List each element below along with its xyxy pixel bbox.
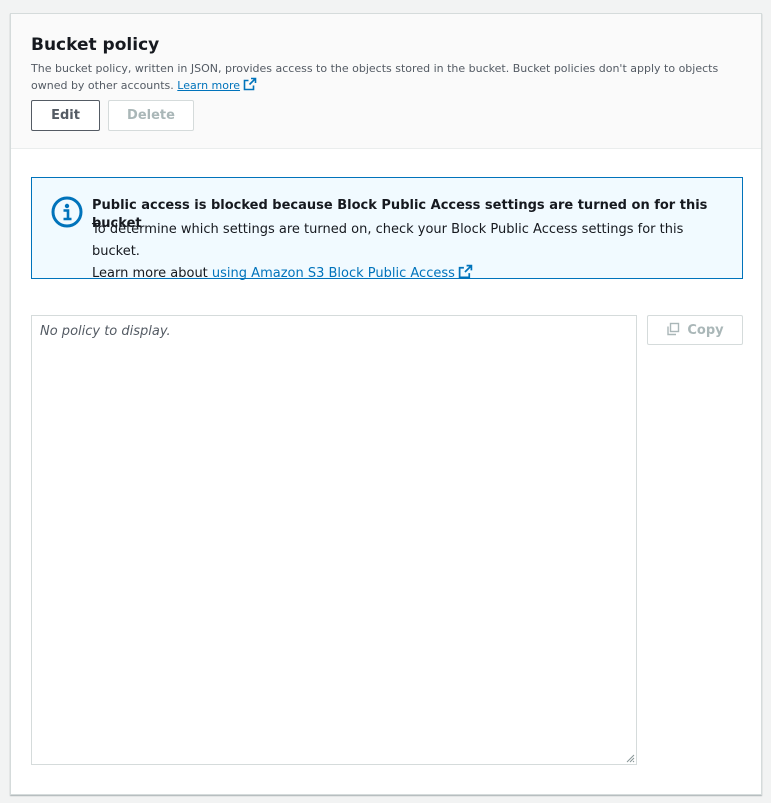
alert-body: To determine which settings are turned o… [92,219,732,285]
copy-button-label: Copy [687,323,724,338]
info-alert: Public access is blocked because Block P… [31,177,743,281]
learn-more-label: Learn more [177,79,241,92]
copy-icon [667,322,680,336]
delete-button[interactable]: Delete [108,100,194,131]
external-link-icon [243,77,257,91]
panel-header: Bucket policy The bucket policy, written… [11,14,761,149]
panel-description: The bucket policy, written in JSON, prov… [31,61,731,94]
description-text: The bucket policy, written in JSON, prov… [31,62,719,92]
policy-viewer[interactable]: No policy to display. [31,315,637,765]
external-link-icon [458,264,473,279]
info-circle-icon [51,196,83,228]
block-public-access-link[interactable]: using Amazon S3 Block Public Access [211,264,473,281]
edit-button[interactable]: Edit [31,100,100,131]
alert-learn-prefix: Learn more about [92,266,208,281]
policy-empty-text: No policy to display. [40,324,171,339]
block-public-access-link-label: using Amazon S3 Block Public Access [211,266,455,281]
bucket-policy-panel: Bucket policy The bucket policy, written… [10,13,762,795]
copy-button[interactable]: Copy [647,315,743,345]
learn-more-link[interactable]: Learn more [177,77,257,92]
resize-handle-icon[interactable] [625,753,635,763]
alert-body-text: To determine which settings are turned o… [92,222,684,259]
page-title: Bucket policy [31,35,160,55]
